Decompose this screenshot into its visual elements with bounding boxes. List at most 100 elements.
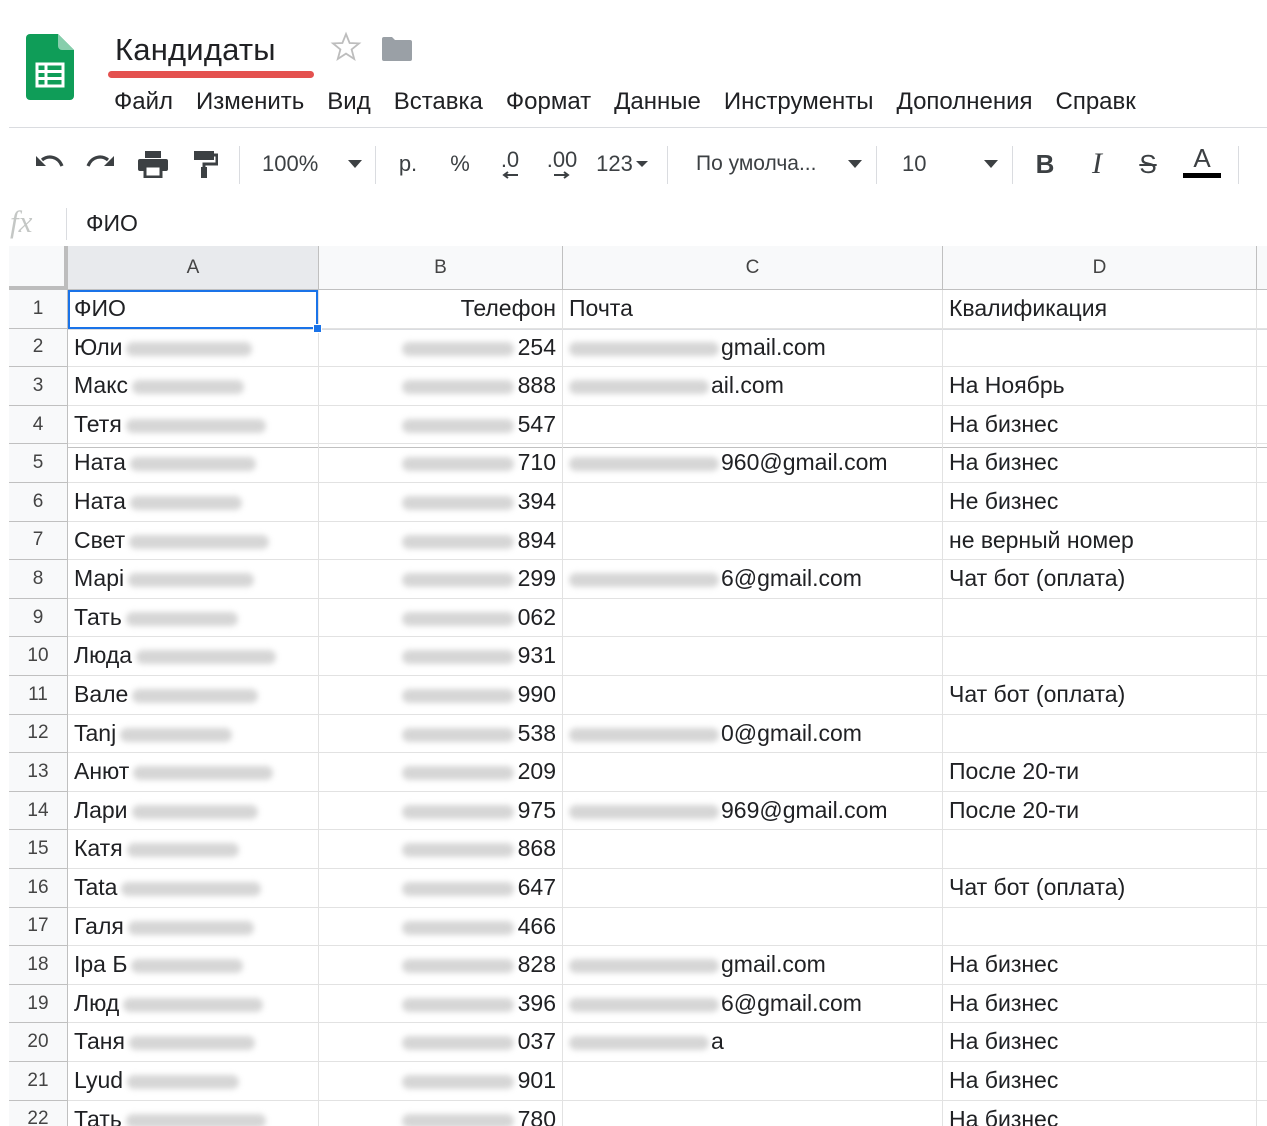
cell-b[interactable]: 975	[319, 791, 563, 831]
cell-a[interactable]: Tata	[68, 869, 319, 908]
cell-e[interactable]	[1257, 637, 1267, 676]
cell-a[interactable]: Tanj	[68, 714, 319, 754]
column-header-e[interactable]	[1257, 246, 1267, 290]
cell-e[interactable]	[1257, 444, 1267, 483]
document-title[interactable]: Кандидаты	[115, 30, 276, 70]
cell-e[interactable]	[1257, 1101, 1267, 1126]
cell-c[interactable]: 969@gmail.com	[563, 791, 943, 831]
cell-b[interactable]: 901	[319, 1062, 563, 1101]
cell-d[interactable]: Квалификация	[943, 290, 1257, 329]
redo-icon[interactable]	[82, 146, 120, 182]
cell-d[interactable]: На бизнес	[943, 984, 1257, 1024]
cell-c[interactable]	[563, 598, 943, 638]
cell-e[interactable]	[1257, 406, 1267, 445]
cell-d[interactable]: На бизнес	[943, 1062, 1257, 1101]
row-header[interactable]: 13	[9, 753, 68, 792]
cell-d[interactable]: После 20-ти	[943, 753, 1257, 792]
cell-a[interactable]: Ната	[68, 483, 319, 522]
cell-c[interactable]: ail.com	[563, 367, 943, 406]
fill-handle[interactable]	[313, 324, 322, 333]
menu-item-addons[interactable]: Дополнения	[897, 86, 1033, 118]
cell-b[interactable]: 396	[319, 984, 563, 1024]
cell-d[interactable]: На бизнес	[943, 444, 1257, 483]
row-header[interactable]: 15	[9, 830, 68, 869]
cell-c[interactable]: Почта	[563, 290, 943, 329]
cell-b[interactable]: 547	[319, 405, 563, 445]
cell-e[interactable]	[1257, 946, 1267, 985]
menu-item-file[interactable]: Файл	[114, 86, 173, 118]
cell-d[interactable]: На бизнес	[943, 946, 1257, 985]
cell-b[interactable]: 394	[319, 483, 563, 522]
row-header[interactable]: 1	[9, 290, 68, 329]
increase-decimals-button[interactable]: .00	[540, 146, 584, 182]
cell-e[interactable]	[1257, 715, 1267, 754]
cell-c[interactable]	[563, 483, 943, 522]
row-header[interactable]: 22	[9, 1100, 68, 1126]
row-header[interactable]: 12	[9, 714, 68, 754]
cell-a[interactable]: Люда	[68, 637, 319, 676]
row-header[interactable]: 20	[9, 1023, 68, 1062]
cell-b[interactable]: 647	[319, 869, 563, 908]
cell-c[interactable]: 960@gmail.com	[563, 444, 943, 483]
menu-item-insert[interactable]: Вставка	[394, 86, 483, 118]
cell-d[interactable]	[943, 598, 1257, 638]
cell-d[interactable]: На бизнес	[943, 1023, 1257, 1062]
cell-e[interactable]	[1257, 676, 1267, 715]
row-header[interactable]: 17	[9, 907, 68, 947]
cell-b[interactable]: 894	[319, 521, 563, 561]
cell-d[interactable]: не верный номер	[943, 521, 1257, 561]
font-size-select[interactable]: 10	[902, 146, 998, 182]
cell-c[interactable]: gmail.com	[563, 328, 943, 368]
cell-d[interactable]	[943, 328, 1257, 368]
menu-item-tools[interactable]: Инструменты	[724, 86, 874, 118]
google-sheets-logo-icon[interactable]	[26, 34, 74, 100]
row-header[interactable]: 19	[9, 984, 68, 1024]
cell-a[interactable]: ФИО	[68, 290, 319, 329]
cell-d[interactable]: На Ноябрь	[943, 367, 1257, 406]
cell-e[interactable]	[1257, 290, 1267, 329]
cell-b[interactable]: 888	[319, 367, 563, 406]
cell-e[interactable]	[1257, 830, 1267, 869]
cell-d[interactable]	[943, 907, 1257, 947]
cell-b[interactable]: 710	[319, 444, 563, 483]
font-family-select[interactable]: По умолча...	[696, 146, 862, 182]
cell-b[interactable]: 299	[319, 560, 563, 599]
cell-a[interactable]: Люд	[68, 984, 319, 1024]
cell-d[interactable]: Чат бот (оплата)	[943, 560, 1257, 599]
cell-d[interactable]: После 20-ти	[943, 791, 1257, 831]
menu-item-help[interactable]: Справк	[1056, 86, 1136, 118]
column-header-b[interactable]: B	[319, 246, 563, 290]
cell-c[interactable]	[563, 405, 943, 445]
cell-c[interactable]: 6@gmail.com	[563, 984, 943, 1024]
cell-b[interactable]: 868	[319, 830, 563, 869]
row-header[interactable]: 16	[9, 869, 68, 908]
strikethrough-button[interactable]: S	[1133, 146, 1163, 182]
cell-c[interactable]	[563, 869, 943, 908]
row-header[interactable]: 21	[9, 1062, 68, 1101]
cell-a[interactable]: Юли	[68, 328, 319, 368]
cell-e[interactable]	[1257, 985, 1267, 1024]
cell-b[interactable]: 254	[319, 328, 563, 368]
cell-d[interactable]	[943, 637, 1257, 676]
cell-c[interactable]	[563, 637, 943, 676]
cell-a[interactable]: Лари	[68, 791, 319, 831]
more-formats-button[interactable]: 123	[592, 146, 652, 182]
cell-e[interactable]	[1257, 522, 1267, 561]
cell-c[interactable]	[563, 830, 943, 869]
cell-e[interactable]	[1257, 792, 1267, 831]
cell-c[interactable]	[563, 907, 943, 947]
cell-d[interactable]	[943, 714, 1257, 754]
row-header[interactable]: 2	[9, 328, 68, 368]
cell-d[interactable]: Не бизнес	[943, 483, 1257, 522]
currency-format-button[interactable]: р.	[392, 146, 424, 182]
cell-a[interactable]: Катя	[68, 830, 319, 869]
menu-item-view[interactable]: Вид	[327, 86, 370, 118]
row-header[interactable]: 4	[9, 405, 68, 445]
row-header[interactable]: 9	[9, 598, 68, 638]
cell-e[interactable]	[1257, 560, 1267, 599]
row-header[interactable]: 7	[9, 521, 68, 561]
italic-button[interactable]: I	[1082, 146, 1112, 182]
cell-a[interactable]: Макс	[68, 367, 319, 406]
zoom-select[interactable]: 100%	[262, 146, 362, 182]
cell-b[interactable]: 209	[319, 753, 563, 792]
